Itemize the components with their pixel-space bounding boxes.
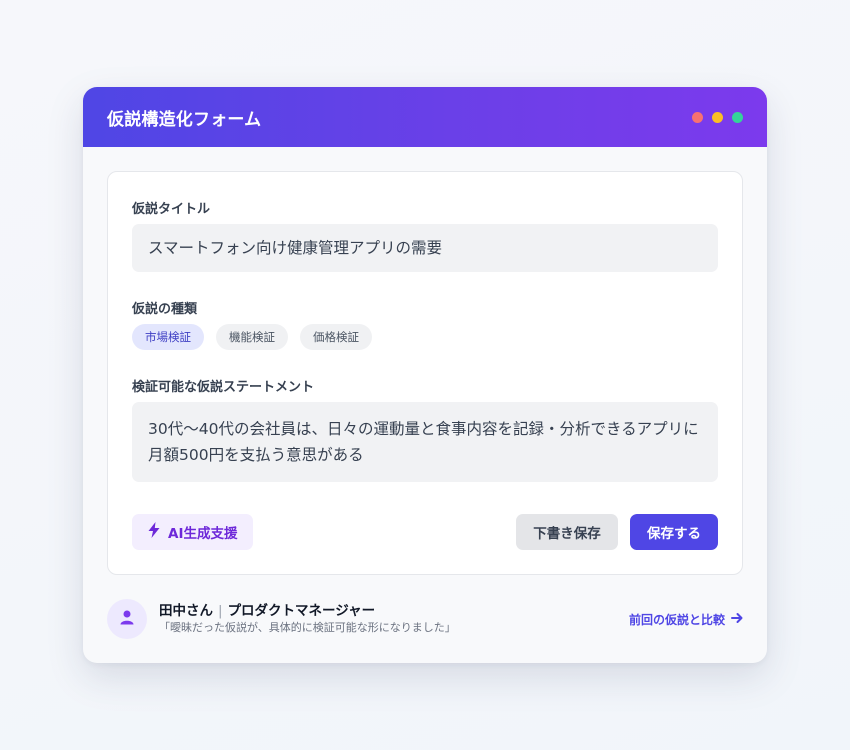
hypothesis-type-chips: 市場検証 機能検証 価格検証	[132, 324, 372, 350]
user-icon	[119, 609, 135, 629]
hypothesis-form-window: 仮説構造化フォーム 仮説タイトル スマートフォン向け健康管理アプリの需要 仮説の…	[83, 87, 767, 663]
chip-price-validation[interactable]: 価格検証	[300, 324, 372, 350]
window-control-yellow[interactable]	[712, 111, 723, 123]
window-control-green[interactable]	[732, 111, 743, 123]
window-title: 仮説構造化フォーム	[107, 109, 262, 130]
window-control-red[interactable]	[692, 111, 703, 123]
chip-market-validation[interactable]: 市場検証	[132, 324, 204, 350]
window-titlebar: 仮説構造化フォーム	[83, 87, 767, 147]
compare-previous-link[interactable]: 前回の仮説と比較	[629, 611, 743, 628]
user-info: 田中さん | プロダクトマネージャー 「曖昧だった仮説が、具体的に検証可能な形になり…	[159, 602, 456, 636]
lightning-icon	[148, 522, 160, 542]
window-controls	[692, 111, 743, 123]
save-draft-button[interactable]: 下書き保存	[516, 514, 618, 550]
user-role: プロダクトマネージャー	[227, 603, 376, 619]
hypothesis-type-label: 仮説の種類	[132, 302, 198, 317]
form-card: 仮説タイトル スマートフォン向け健康管理アプリの需要 仮説の種類 市場検証 機能…	[107, 171, 743, 575]
ai-assist-label: AI生成支援	[168, 526, 238, 542]
hypothesis-statement-textarea[interactable]: 30代〜40代の会社員は、日々の運動量と食事内容を記録・分析できるアプリに月額5…	[132, 402, 718, 482]
avatar	[107, 599, 147, 639]
statement-label: 検証可能な仮説ステートメント	[132, 380, 315, 395]
chip-feature-validation[interactable]: 機能検証	[216, 324, 288, 350]
testimonial-footer: 田中さん | プロダクトマネージャー 「曖昧だった仮説が、具体的に検証可能な形になり…	[107, 599, 743, 639]
testimonial-quote: 「曖昧だった仮説が、具体的に検証可能な形になりました」	[159, 621, 456, 634]
user-name-line: 田中さん | プロダクトマネージャー	[159, 602, 456, 620]
compare-label: 前回の仮説と比較	[628, 612, 725, 627]
ai-assist-button[interactable]: AI生成支援	[132, 514, 254, 550]
hypothesis-title-label: 仮説タイトル	[132, 202, 211, 217]
arrow-right-icon	[731, 612, 743, 627]
hypothesis-title-input[interactable]: スマートフォン向け健康管理アプリの需要	[132, 224, 718, 272]
user-name: 田中さん	[159, 603, 213, 619]
save-button[interactable]: 保存する	[630, 514, 718, 550]
name-separator: |	[218, 603, 223, 619]
